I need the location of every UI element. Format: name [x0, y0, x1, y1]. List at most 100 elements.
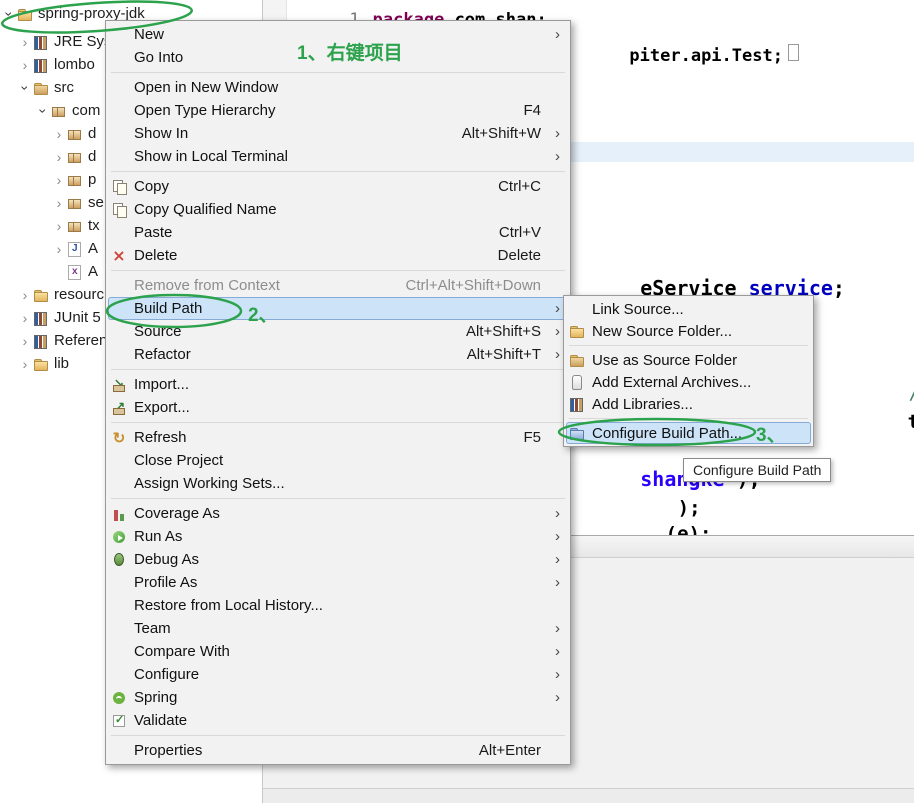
label: Source [134, 323, 182, 340]
build-path-submenu: Link Source... New Source Folder... Use … [563, 295, 814, 447]
menu-item-export[interactable]: Export... [108, 396, 568, 419]
menu-separator [111, 270, 565, 271]
label: Add Libraries... [592, 395, 693, 413]
menu-item-properties[interactable]: Properties Alt+Enter [108, 739, 568, 762]
menu-item-source[interactable]: Source Alt+Shift+S [108, 320, 568, 343]
menu-item-go-into[interactable]: Go Into [108, 46, 568, 69]
menu-item-new[interactable]: New [108, 23, 568, 46]
submenu-item-link-source[interactable]: Link Source... [566, 298, 811, 320]
menu-item-restore-from-local-history[interactable]: Restore from Local History... [108, 594, 568, 617]
chevron-right-icon[interactable] [52, 196, 66, 210]
submenu-arrow-icon [551, 26, 564, 43]
tree-item-label: A [88, 263, 99, 280]
label: Show in Local Terminal [134, 148, 288, 165]
menu-separator [111, 171, 565, 172]
folder-icon [32, 287, 50, 303]
chevron-right-icon[interactable] [18, 357, 32, 371]
chevron-right-icon[interactable] [18, 58, 32, 72]
submenu-item-use-as-source-folder[interactable]: Use as Source Folder [566, 349, 811, 371]
coverage-icon [110, 505, 128, 523]
submenu-arrow-icon [551, 125, 564, 142]
menu-item-build-path[interactable]: Build Path [108, 297, 568, 320]
icon-placeholder [110, 621, 128, 637]
menu-item-profile-as[interactable]: Profile As [108, 571, 568, 594]
menu-item-refresh[interactable]: Refresh F5 [108, 426, 568, 449]
chevron-right-icon[interactable] [18, 334, 32, 348]
shortcut: Delete [497, 247, 541, 264]
menu-separator [111, 498, 565, 499]
spring-leaf-icon [110, 690, 128, 706]
shortcut: Alt+Shift+S [465, 323, 541, 340]
shortcut: Alt+Shift+W [461, 125, 541, 142]
submenu-item-add-libraries[interactable]: Add Libraries... [566, 393, 811, 415]
chevron-right-icon[interactable] [52, 242, 66, 256]
delete-icon [110, 248, 128, 264]
shortcut: Alt+Shift+T [466, 346, 541, 363]
menu-item-paste[interactable]: Paste Ctrl+V [108, 221, 568, 244]
label: Configure [134, 666, 200, 683]
chevron-right-icon[interactable] [52, 173, 66, 187]
chevron-down-icon[interactable] [36, 104, 50, 118]
submenu-item-add-external-archives[interactable]: Add External Archives... [566, 371, 811, 393]
label: Profile As [134, 574, 198, 591]
chevron-right-icon[interactable] [18, 311, 32, 325]
menu-item-compare-with[interactable]: Compare With [108, 640, 568, 663]
chevron-right-icon[interactable] [52, 150, 66, 164]
menu-item-coverage-as[interactable]: Coverage As [108, 502, 568, 525]
icon-placeholder [110, 743, 128, 759]
status-bar [263, 788, 914, 803]
chevron-down-icon[interactable] [18, 81, 32, 95]
chevron-right-icon[interactable] [18, 35, 32, 49]
chevron-right-icon[interactable] [52, 127, 66, 141]
icon-placeholder [110, 575, 128, 591]
tree-item-label: Referen [54, 332, 108, 349]
add-libraries-icon [568, 396, 586, 412]
menu-item-show-in-local-terminal[interactable]: Show in Local Terminal [108, 145, 568, 168]
label: Team [134, 620, 171, 637]
eclipse-window: 1package com.shan; piter.api.Test; eServ… [0, 0, 914, 803]
validate-check-icon [110, 713, 128, 729]
icon-placeholder [110, 598, 128, 614]
submenu-item-configure-build-path[interactable]: Configure Build Path... [566, 422, 811, 444]
label: Refactor [134, 346, 191, 363]
menu-item-import[interactable]: Import... [108, 373, 568, 396]
menu-item-delete[interactable]: Delete Delete [108, 244, 568, 267]
chevron-right-icon[interactable] [18, 288, 32, 302]
icon-placeholder [110, 476, 128, 492]
tree-item-label: p [88, 171, 97, 188]
icon-placeholder [110, 50, 128, 66]
label: Use as Source Folder [592, 351, 738, 369]
menu-item-copy-qualified-name[interactable]: Copy Qualified Name [108, 198, 568, 221]
menu-item-open-type-hierarchy[interactable]: Open Type Hierarchy F4 [108, 99, 568, 122]
menu-item-open-in-new-window[interactable]: Open in New Window [108, 76, 568, 99]
menu-item-configure[interactable]: Configure [108, 663, 568, 686]
menu-item-copy[interactable]: Copy Ctrl+C [108, 175, 568, 198]
icon-placeholder [110, 324, 128, 340]
label: Import... [134, 376, 190, 393]
menu-item-run-as[interactable]: Run As [108, 525, 568, 548]
chevron-right-icon[interactable] [52, 219, 66, 233]
package-icon [66, 172, 84, 188]
menu-item-refactor[interactable]: Refactor Alt+Shift+T [108, 343, 568, 366]
label: Export... [134, 399, 190, 416]
menu-item-team[interactable]: Team [108, 617, 568, 640]
menu-item-validate[interactable]: Validate [108, 709, 568, 732]
export-icon [110, 399, 128, 416]
menu-item-show-in[interactable]: Show In Alt+Shift+W [108, 122, 568, 145]
label: Link Source... [592, 300, 684, 318]
label: Close Project [134, 452, 224, 469]
debug-icon [110, 552, 128, 568]
label: Show In [134, 125, 189, 142]
library-icon [32, 333, 50, 349]
java-class-icon [66, 241, 84, 257]
code-line-getclass: tClass()) [839, 390, 914, 456]
label: Validate [134, 712, 188, 729]
icon-placeholder [110, 149, 128, 165]
chevron-down-icon[interactable] [2, 7, 16, 21]
menu-item-close-project[interactable]: Close Project [108, 449, 568, 472]
tree-item-label: JUnit 5 [54, 309, 101, 326]
menu-item-assign-working-sets[interactable]: Assign Working Sets... [108, 472, 568, 495]
menu-item-debug-as[interactable]: Debug As [108, 548, 568, 571]
menu-item-spring[interactable]: Spring [108, 686, 568, 709]
submenu-item-new-source-folder[interactable]: New Source Folder... [566, 320, 811, 342]
